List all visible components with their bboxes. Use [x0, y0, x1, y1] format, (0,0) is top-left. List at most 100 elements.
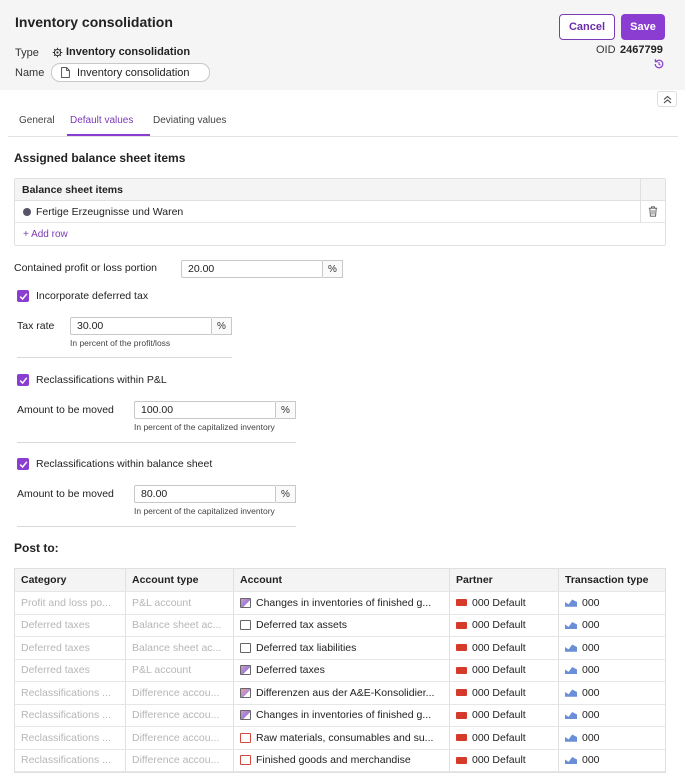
transaction-type-text: 000: [582, 709, 600, 722]
save-button[interactable]: Save: [621, 14, 665, 40]
table-row[interactable]: Reclassifications ... Difference accou...…: [15, 749, 665, 772]
trash-icon: [648, 206, 658, 217]
status-dot-icon: [23, 207, 31, 216]
balance-sheet-item-label: Fertige Erzeugnisse und Waren: [36, 205, 184, 218]
column-header-partner[interactable]: Partner: [449, 569, 558, 591]
account-type-text: P&L account: [132, 596, 192, 609]
account-cell[interactable]: Differenzen aus der A&E-Konsolidier...: [233, 682, 449, 704]
tax-rate-label: Tax rate: [17, 320, 55, 332]
add-row-link[interactable]: + Add row: [23, 229, 68, 240]
account-type-text: Difference accou...: [132, 731, 220, 744]
tax-rate-input[interactable]: 30.00: [70, 317, 212, 335]
account-type-cell: Balance sheet ac...: [125, 637, 233, 659]
transaction-type-cell[interactable]: 000: [558, 749, 665, 771]
transaction-type-text: 000: [582, 686, 600, 699]
header: Inventory consolidation Type Inventory c…: [0, 0, 685, 90]
category-cell: Deferred taxes: [15, 637, 125, 659]
partner-cell[interactable]: 000 Default: [449, 727, 558, 749]
transaction-type-cell[interactable]: 000: [558, 682, 665, 704]
column-header-transaction-type[interactable]: Transaction type: [558, 569, 665, 591]
partner-cell[interactable]: 000 Default: [449, 637, 558, 659]
account-type-cell: Difference accou...: [125, 749, 233, 771]
flag-icon: [456, 621, 467, 629]
account-type-cell: Balance sheet ac...: [125, 614, 233, 636]
account-cell[interactable]: Finished goods and merchandise: [233, 749, 449, 771]
flag-icon: [456, 666, 467, 674]
table-row[interactable]: Deferred taxes Balance sheet ac... Deferre…: [15, 614, 665, 637]
cancel-button[interactable]: Cancel: [559, 14, 615, 40]
category-cell: Reclassifications ...: [15, 727, 125, 749]
category-text: Reclassifications ...: [21, 686, 111, 699]
partner-cell[interactable]: 000 Default: [449, 659, 558, 681]
account-type-cell: Difference accou...: [125, 727, 233, 749]
collapse-header-button[interactable]: [657, 91, 677, 107]
account-cell[interactable]: Changes in inventories of finished g...: [233, 592, 449, 614]
category-cell: Profit and loss po...: [15, 592, 125, 614]
transaction-type-cell[interactable]: 000: [558, 659, 665, 681]
name-field[interactable]: Inventory consolidation: [51, 63, 210, 82]
partner-cell[interactable]: 000 Default: [449, 704, 558, 726]
category-text: Profit and loss po...: [21, 596, 111, 609]
reclass-pl-amount-input[interactable]: 100.00: [134, 401, 276, 419]
flag-icon: [456, 711, 467, 719]
table-row[interactable]: Reclassifications ... Difference accou...…: [15, 727, 665, 750]
account-type-text: Balance sheet ac...: [132, 619, 222, 632]
partner-text: 000 Default: [472, 619, 526, 632]
account-type-text: Difference accou...: [132, 709, 220, 722]
partner-cell[interactable]: 000 Default: [449, 592, 558, 614]
reclass-bs-checkbox[interactable]: [17, 458, 29, 470]
account-icon: [240, 755, 251, 766]
account-type-cell: P&L account: [125, 659, 233, 681]
column-header-account[interactable]: Account: [233, 569, 449, 591]
reclass-pl-amount-label: Amount to be moved: [17, 404, 114, 416]
table-row[interactable]: Deferred taxes Balance sheet ac... Deferre…: [15, 637, 665, 660]
transaction-type-icon: [565, 667, 577, 675]
account-cell[interactable]: Changes in inventories of finished g...: [233, 704, 449, 726]
account-cell[interactable]: Deferred taxes: [233, 659, 449, 681]
table-row[interactable]: Deferred taxes P&L account Deferred taxes 0…: [15, 659, 665, 682]
incorporate-deferred-tax-checkbox[interactable]: [17, 290, 29, 302]
transaction-type-cell[interactable]: 000: [558, 614, 665, 636]
account-type-text: P&L account: [132, 664, 192, 677]
partner-cell[interactable]: 000 Default: [449, 682, 558, 704]
reclass-bs-amount-input[interactable]: 80.00: [134, 485, 276, 503]
transaction-type-cell[interactable]: 000: [558, 727, 665, 749]
partner-text: 000 Default: [472, 731, 526, 744]
delete-row-button[interactable]: [640, 201, 665, 223]
column-header-category[interactable]: Category: [15, 569, 125, 591]
transaction-type-icon: [565, 734, 577, 742]
transaction-type-text: 000: [582, 641, 600, 654]
category-text: Reclassifications ...: [21, 709, 111, 722]
account-cell[interactable]: Deferred tax liabilities: [233, 637, 449, 659]
transaction-type-cell[interactable]: 000: [558, 637, 665, 659]
account-type-cell: Difference accou...: [125, 682, 233, 704]
transaction-type-text: 000: [582, 619, 600, 632]
partner-cell[interactable]: 000 Default: [449, 614, 558, 636]
table-row[interactable]: Fertige Erzeugnisse und Waren: [15, 201, 640, 223]
reclass-pl-checkbox[interactable]: [17, 374, 29, 386]
transaction-type-cell[interactable]: 000: [558, 704, 665, 726]
account-icon: [240, 687, 251, 698]
transaction-type-cell[interactable]: 000: [558, 592, 665, 614]
transaction-type-icon: [565, 599, 577, 607]
table-row[interactable]: Profit and loss po... P&L account Changes …: [15, 592, 665, 615]
partner-text: 000 Default: [472, 641, 526, 654]
account-text: Raw materials, consumables and su...: [256, 731, 434, 744]
post-to-title: Post to:: [14, 541, 59, 555]
account-cell[interactable]: Raw materials, consumables and su...: [233, 727, 449, 749]
account-cell[interactable]: Deferred tax assets: [233, 614, 449, 636]
account-icon: [240, 620, 251, 631]
table-row[interactable]: Reclassifications ... Difference accou...…: [15, 704, 665, 727]
profit-loss-portion-input[interactable]: 20.00: [181, 260, 323, 278]
history-icon[interactable]: [653, 58, 665, 70]
flag-icon: [456, 734, 467, 742]
table-row[interactable]: Reclassifications ... Difference accou...…: [15, 682, 665, 705]
tab-default-values[interactable]: Default values: [70, 115, 133, 126]
account-type-text: Difference accou...: [132, 754, 220, 767]
partner-cell[interactable]: 000 Default: [449, 749, 558, 771]
column-header-account-type[interactable]: Account type: [125, 569, 233, 591]
gear-icon: [52, 47, 63, 57]
tab-general[interactable]: General: [19, 115, 55, 126]
account-text: Deferred tax assets: [256, 619, 348, 632]
tab-deviating-values[interactable]: Deviating values: [153, 115, 226, 126]
